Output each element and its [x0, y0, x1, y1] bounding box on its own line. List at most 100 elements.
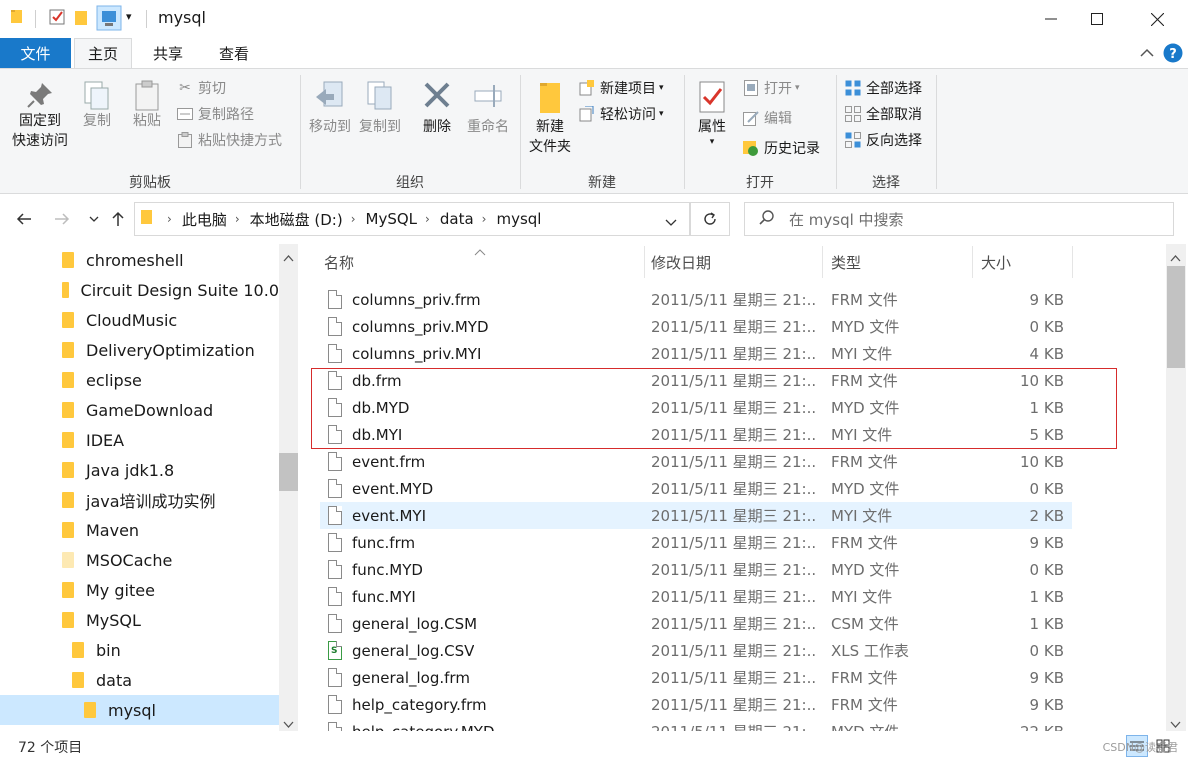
help-icon[interactable]: ? [1163, 43, 1183, 67]
new-folder-button[interactable]: 新建 文件夹 [524, 79, 576, 157]
address-bar[interactable]: › 此电脑 › 本地磁盘 (D:) › MySQL › data › mysql [134, 202, 690, 236]
tab-file[interactable]: 文件 [0, 38, 71, 68]
nav-scroll-thumb[interactable] [279, 453, 298, 491]
file-size: 0 KB [1029, 317, 1064, 336]
recent-locations-button[interactable] [82, 204, 106, 234]
rename-button[interactable]: 重命名 [462, 79, 514, 137]
file-row[interactable]: func.MYD 2011/5/11 星期三 21:... MYD 文件 0 KB [320, 556, 1072, 583]
file-row[interactable]: event.frm 2011/5/11 星期三 21:... FRM 文件 10 KB [320, 448, 1072, 475]
file-row[interactable]: func.MYI 2011/5/11 星期三 21:... MYI 文件 1 KB [320, 583, 1072, 610]
paste-shortcut-button[interactable]: 粘贴快捷方式 [176, 129, 282, 151]
nav-tree-item[interactable]: eclipse [0, 365, 279, 395]
nav-tree-item[interactable]: Maven [0, 515, 279, 545]
up-button[interactable] [106, 204, 130, 234]
copy-to-button[interactable]: 复制到 [356, 79, 404, 137]
paste-button[interactable]: 粘贴 [124, 79, 170, 131]
pin-to-quick-access-button[interactable]: 固定到 快速访问 [8, 79, 72, 151]
nav-tree-item[interactable]: bin [0, 635, 279, 665]
file-row[interactable]: event.MYD 2011/5/11 星期三 21:... MYD 文件 0 KB [320, 475, 1072, 502]
scroll-up-icon[interactable] [283, 250, 294, 266]
file-row[interactable]: db.MYD 2011/5/11 星期三 21:... MYD 文件 1 KB [320, 394, 1072, 421]
file-row[interactable]: event.MYI 2011/5/11 星期三 21:... MYI 文件 2 KB [320, 502, 1072, 529]
refresh-button[interactable] [690, 202, 730, 236]
file-row[interactable]: general_log.frm 2011/5/11 星期三 21:... FRM 文… [320, 664, 1072, 691]
nav-tree-item[interactable]: MySQL [0, 605, 279, 635]
easy-access-button[interactable]: 轻松访问 ▾ [578, 103, 664, 125]
select-all-button[interactable]: 全部选择 [844, 77, 922, 99]
edit-button[interactable]: 编辑 [742, 107, 792, 129]
nav-tree-item[interactable]: data [0, 665, 279, 695]
nav-tree-item[interactable]: GameDownload [0, 395, 279, 425]
nav-tree-item[interactable]: Circuit Design Suite 10.0 [0, 275, 279, 305]
column-header-date[interactable]: 修改日期 [651, 244, 711, 280]
column-header-size[interactable]: 大小 [981, 244, 1011, 280]
tab-home[interactable]: 主页 [74, 38, 132, 68]
forward-button[interactable] [50, 204, 74, 234]
nav-tree-item[interactable]: DeliveryOptimization [0, 335, 279, 365]
column-divider[interactable] [822, 246, 823, 278]
file-row[interactable]: help_category.frm 2011/5/11 星期三 21:... FRM… [320, 691, 1072, 718]
properties-icon[interactable] [48, 8, 66, 26]
minimize-button[interactable] [1028, 0, 1074, 38]
chevron-down-icon[interactable]: ▾ [126, 10, 132, 23]
nav-tree-item[interactable]: java培训成功实例 [0, 485, 279, 515]
nav-tree-item[interactable]: CloudMusic [0, 305, 279, 335]
search-input[interactable]: 在 mysql 中搜索 [744, 202, 1174, 236]
nav-tree-item[interactable]: My gitee [0, 575, 279, 605]
file-date: 2011/5/11 星期三 21:... [651, 534, 816, 552]
nav-tree-item[interactable]: MSOCache [0, 545, 279, 575]
file-list-scroll-thumb[interactable] [1167, 266, 1185, 368]
nav-tree-item[interactable]: chromeshell [0, 245, 279, 275]
breadcrumb-data[interactable]: data [440, 210, 474, 228]
scroll-down-icon[interactable] [1170, 716, 1181, 732]
scroll-down-icon[interactable] [283, 716, 294, 731]
maximize-button[interactable] [1074, 0, 1120, 38]
file-row[interactable]: columns_priv.MYD 2011/5/11 星期三 21:... MYD … [320, 313, 1072, 340]
folder-icon [62, 582, 74, 598]
column-divider[interactable] [1072, 246, 1073, 278]
cut-button[interactable]: ✂ 剪切 [176, 77, 226, 99]
column-divider[interactable] [972, 246, 973, 278]
address-history-button[interactable] [665, 213, 677, 231]
breadcrumb-mysql-root[interactable]: MySQL [366, 210, 418, 228]
file-row[interactable]: columns_priv.MYI 2011/5/11 星期三 21:... MYI … [320, 340, 1072, 367]
select-none-button[interactable]: 全部取消 [844, 103, 922, 125]
nav-tree-item[interactable]: IDEA [0, 425, 279, 455]
copy-path-button[interactable]: 复制路径 [176, 103, 254, 125]
file-row[interactable]: columns_priv.frm 2011/5/11 星期三 21:... FRM … [320, 286, 1072, 313]
delete-button[interactable]: 删除 [416, 79, 458, 137]
column-divider[interactable] [644, 246, 645, 278]
file-row[interactable]: db.MYI 2011/5/11 星期三 21:... MYI 文件 5 KB [320, 421, 1072, 448]
refresh-icon [704, 212, 716, 225]
properties-button[interactable]: 属性 ▾ [690, 79, 734, 147]
column-header-type[interactable]: 类型 [831, 244, 861, 280]
history-button[interactable]: 历史记录 [742, 137, 820, 159]
new-item-button[interactable]: 新建项目 ▾ [578, 77, 664, 99]
file-row[interactable]: general_log.CSM 2011/5/11 星期三 21:... CSM 文… [320, 610, 1072, 637]
breadcrumb-this-pc[interactable]: 此电脑 [182, 209, 227, 230]
breadcrumb-local-disk[interactable]: 本地磁盘 (D:) [250, 209, 343, 230]
file-row[interactable]: help_category.MYD 2011/5/11 星期三 21:... MYD… [320, 718, 1072, 731]
back-button[interactable] [12, 204, 36, 234]
breadcrumb-mysql[interactable]: mysql [496, 210, 541, 228]
chevron-up-icon[interactable] [1140, 46, 1154, 62]
rename-label: 重命名 [467, 119, 509, 135]
file-row[interactable]: general_log.CSV 2011/5/11 星期三 21:... XLS 工… [320, 637, 1072, 664]
tab-share[interactable]: 共享 [140, 38, 196, 68]
quick-access-toolbar-button[interactable] [96, 5, 122, 31]
nav-scrollbar[interactable] [279, 244, 298, 731]
file-list-scrollbar[interactable] [1166, 244, 1186, 731]
new-folder-icon[interactable] [74, 8, 88, 26]
column-header-name[interactable]: 名称 [324, 244, 354, 280]
move-to-button[interactable]: 移动到 [306, 79, 354, 137]
tab-view[interactable]: 查看 [206, 38, 262, 68]
file-row[interactable]: db.frm 2011/5/11 星期三 21:... FRM 文件 10 KB [320, 367, 1072, 394]
nav-tree-item[interactable]: Java jdk1.8 [0, 455, 279, 485]
invert-selection-button[interactable]: 反向选择 [844, 129, 922, 151]
file-row[interactable]: func.frm 2011/5/11 星期三 21:... FRM 文件 9 KB [320, 529, 1072, 556]
nav-tree-item[interactable]: mysql [0, 695, 279, 725]
copy-button[interactable]: 复制 [76, 79, 118, 131]
open-button[interactable]: 打开 ▾ [742, 77, 800, 99]
close-button[interactable] [1134, 0, 1180, 38]
scroll-up-icon[interactable] [1170, 250, 1181, 266]
